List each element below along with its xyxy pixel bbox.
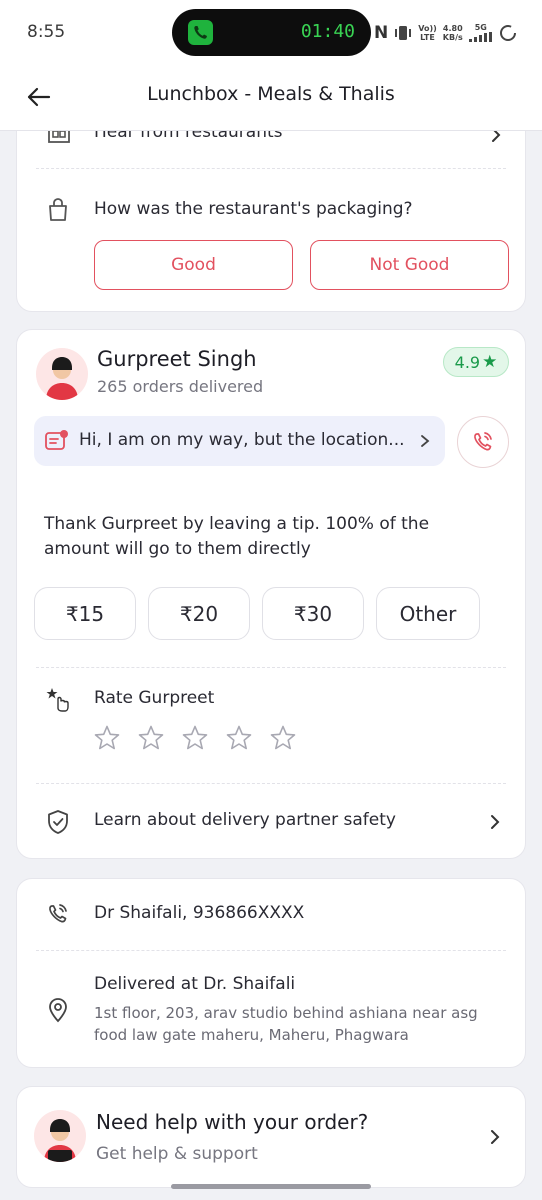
- star-icon: ★: [482, 352, 498, 372]
- divider: [36, 168, 506, 169]
- divider: [36, 783, 506, 784]
- rate-star-5[interactable]: [269, 724, 297, 752]
- chevron-right-icon: [421, 435, 430, 447]
- signal-indicator: 5G: [468, 23, 493, 44]
- status-bar: 8:55 01:40 N Vo)) LTE 4.80 KB/s 5G: [0, 0, 542, 66]
- rate-star-2[interactable]: [137, 724, 165, 752]
- rider-name: Gurpreet Singh: [97, 347, 257, 371]
- phone-icon: [49, 904, 67, 923]
- location-pin-icon: [49, 998, 67, 1023]
- call-rider-button[interactable]: [457, 416, 509, 468]
- help-title: Need help with your order?: [96, 1110, 369, 1134]
- rider-message-banner[interactable]: Hi, I am on my way, but the location...: [34, 416, 445, 466]
- chevron-right-icon: [491, 815, 500, 829]
- network-speed: 4.80 KB/s: [442, 24, 463, 42]
- shield-check-icon: [48, 810, 68, 834]
- rider-rating-value: 4.9: [454, 352, 481, 372]
- vibrate-icon: [395, 26, 412, 40]
- packaging-not-good-button[interactable]: Not Good: [310, 240, 509, 290]
- status-time: 8:55: [27, 22, 66, 42]
- loading-circle-icon: [499, 25, 516, 41]
- tip-description: Thank Gurpreet by leaving a tip. 100% of…: [44, 514, 430, 559]
- tip-option-15[interactable]: ₹15: [34, 587, 136, 640]
- rider-avatar: [36, 348, 88, 400]
- divider: [36, 667, 506, 668]
- rate-hand-star-icon: [46, 688, 69, 712]
- safety-info-label: Learn about delivery partner safety: [94, 810, 396, 830]
- chevron-right-icon: [491, 1130, 500, 1144]
- rating-stars: [93, 724, 297, 752]
- delivered-at-title: Delivered at Dr. Shaifali: [94, 974, 296, 994]
- nfc-icon: N: [374, 23, 389, 43]
- rider-orders-delivered: 265 orders delivered: [97, 377, 264, 396]
- safety-info-row[interactable]: Learn about delivery partner safety: [16, 800, 526, 844]
- rate-star-1[interactable]: [93, 724, 121, 752]
- delivery-address-text: 1st floor, 203, arav studio behind ashia…: [94, 1004, 478, 1044]
- help-subtitle: Get help & support: [96, 1144, 258, 1164]
- rate-rider-label: Rate Gurpreet: [94, 688, 215, 708]
- packaging-good-button[interactable]: Good: [94, 240, 293, 290]
- tip-option-30[interactable]: ₹30: [262, 587, 364, 640]
- page-title: Lunchbox - Meals & Thalis: [147, 83, 395, 105]
- support-agent-avatar: [34, 1110, 86, 1162]
- shopping-bag-icon: [49, 198, 67, 221]
- tip-option-other[interactable]: Other: [376, 587, 480, 640]
- phone-ring-icon: [474, 432, 492, 451]
- call-timer: 01:40: [300, 21, 355, 42]
- ongoing-call-pill[interactable]: 01:40: [172, 9, 371, 56]
- rider-message-text: Hi, I am on my way, but the location...: [79, 430, 405, 450]
- packaging-question: How was the restaurant's packaging?: [94, 199, 413, 219]
- contact-name-phone: Dr Shaifali, 936866XXXX: [94, 903, 305, 923]
- rider-rating-badge: 4.9 ★: [443, 347, 509, 377]
- home-indicator[interactable]: [171, 1184, 371, 1189]
- rate-star-3[interactable]: [181, 724, 209, 752]
- phone-icon: [188, 20, 213, 45]
- divider: [36, 950, 506, 951]
- volte-indicator: Vo)) LTE: [418, 24, 437, 42]
- tip-option-20[interactable]: ₹20: [148, 587, 250, 640]
- rate-star-4[interactable]: [225, 724, 253, 752]
- status-icons: N Vo)) LTE 4.80 KB/s 5G: [374, 20, 517, 46]
- help-support-card[interactable]: [16, 1086, 526, 1188]
- app-header: Lunchbox - Meals & Thalis: [0, 66, 542, 131]
- chat-alert-icon: [45, 430, 68, 450]
